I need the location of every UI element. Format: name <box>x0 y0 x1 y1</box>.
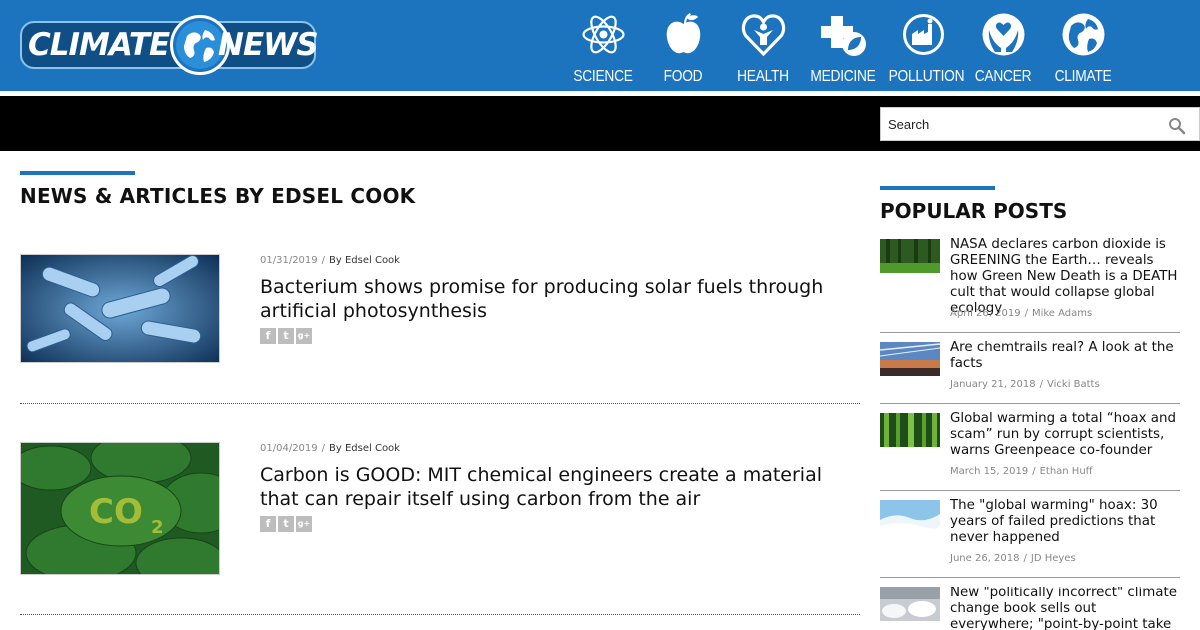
heart-person-icon <box>741 14 786 57</box>
popular-post-author[interactable]: Vicki Batts <box>1047 379 1100 390</box>
share-buttons: f t g+ <box>260 328 312 344</box>
main-nav: SCIENCE FOOD HEALTH MEDICINE POLLUTION C… <box>563 0 1123 91</box>
search-box <box>880 107 1200 141</box>
article-author[interactable]: By Edsel Cook <box>329 443 400 454</box>
search-input[interactable] <box>881 108 1161 140</box>
hands-heart-icon <box>982 13 1025 56</box>
facebook-share-button[interactable]: f <box>260 516 276 532</box>
share-buttons: f t g+ <box>260 516 312 532</box>
section-accent-rule <box>20 171 135 175</box>
popular-post-divider <box>880 332 1180 333</box>
nav-item-climate[interactable]: CLIMATE <box>1043 0 1123 91</box>
article-divider <box>20 403 860 404</box>
article-meta: 01/31/2019/By Edsel Cook <box>260 255 400 266</box>
popular-post-meta: March 15, 2019/Ethan Huff <box>950 466 1093 477</box>
medical-cross-leaf-icon <box>821 16 866 56</box>
nav-item-health[interactable]: HEALTH <box>723 0 803 91</box>
sidebar-accent-rule <box>880 186 995 190</box>
article-date: 01/04/2019 <box>260 443 318 454</box>
nav-label: HEALTH <box>737 68 789 85</box>
nav-label: CLIMATE <box>1054 68 1112 85</box>
popular-post-divider <box>880 577 1180 578</box>
twitter-icon: t <box>283 517 289 530</box>
popular-post-title[interactable]: Are chemtrails real? A look at the facts <box>950 340 1178 372</box>
popular-post-author[interactable]: Ethan Huff <box>1040 466 1093 477</box>
article-meta: 01/04/2019/By Edsel Cook <box>260 443 400 454</box>
article-date: 01/31/2019 <box>260 255 318 266</box>
forest-image <box>880 239 940 273</box>
google-plus-share-button[interactable]: g+ <box>296 328 312 344</box>
google-plus-share-button[interactable]: g+ <box>296 516 312 532</box>
snowy-landscape-image <box>880 500 940 534</box>
nav-label: CANCER <box>974 68 1032 85</box>
atom-icon <box>582 15 625 54</box>
nav-item-pollution[interactable]: POLLUTION <box>883 0 965 91</box>
popular-post-date: April 26, 2019 <box>950 308 1021 319</box>
popular-post-thumbnail[interactable] <box>880 413 940 447</box>
nav-label: FOOD <box>663 68 703 85</box>
popular-post-thumbnail[interactable] <box>880 500 940 534</box>
popular-post-thumbnail[interactable] <box>880 587 940 621</box>
bamboo-image <box>880 413 940 447</box>
google-plus-icon: g+ <box>297 519 311 528</box>
popular-post-divider <box>880 490 1180 491</box>
nav-label: SCIENCE <box>573 68 633 85</box>
popular-post-thumbnail[interactable] <box>880 239 940 273</box>
svg-text:2: 2 <box>151 517 164 538</box>
co2-leaves-image: CO 2 <box>21 443 219 574</box>
logo-text-left: CLIMATE <box>28 27 170 63</box>
facebook-share-button[interactable]: f <box>260 328 276 344</box>
popular-post-thumbnail[interactable] <box>880 342 940 376</box>
nav-item-medicine[interactable]: MEDICINE <box>803 0 883 91</box>
twitter-icon: t <box>283 329 289 342</box>
popular-post-title[interactable]: New "politically incorrect" climate chan… <box>950 587 1178 630</box>
popular-post-meta: January 21, 2018/Vicki Batts <box>950 379 1100 390</box>
facebook-icon: f <box>265 329 271 342</box>
chemtrails-sky-image <box>880 342 940 376</box>
article-title[interactable]: Carbon is GOOD: MIT chemical engineers c… <box>260 463 840 511</box>
popular-post-author[interactable]: Mike Adams <box>1032 308 1092 319</box>
nav-item-science[interactable]: SCIENCE <box>563 0 643 91</box>
nav-item-food[interactable]: FOOD <box>643 0 723 91</box>
popular-post-date: March 15, 2019 <box>950 466 1029 477</box>
svg-text:CO: CO <box>89 492 143 532</box>
snowy-cars-image <box>880 587 940 621</box>
facebook-icon: f <box>265 517 271 530</box>
nav-label: MEDICINE <box>810 68 876 85</box>
popular-post-date: June 26, 2018 <box>950 553 1020 564</box>
nav-label: POLLUTION <box>888 68 965 85</box>
popular-post: New "politically incorrect" climate chan… <box>880 587 1180 630</box>
popular-post-title[interactable]: The "global warming" hoax: 30 years of f… <box>950 498 1178 546</box>
site-header: CLIMATE NEWS SCIENCE FOOD HEALTH MEDICIN… <box>0 0 1200 91</box>
site-logo[interactable]: CLIMATE NEWS <box>20 15 319 75</box>
factory-icon <box>903 14 944 55</box>
twitter-share-button[interactable]: t <box>278 328 294 344</box>
sidebar-title: POPULAR POSTS <box>880 199 1068 223</box>
article-title[interactable]: Bacterium shows promise for producing so… <box>260 275 840 323</box>
article-thumbnail[interactable] <box>20 254 220 363</box>
logo-text-right: NEWS <box>218 27 319 63</box>
popular-post-title[interactable]: NASA declares carbon dioxide is GREENING… <box>950 237 1178 317</box>
popular-post-date: January 21, 2018 <box>950 379 1036 390</box>
page-title: NEWS & ARTICLES BY EDSEL COOK <box>20 184 416 208</box>
article-thumbnail[interactable]: CO 2 <box>20 442 220 575</box>
article-author[interactable]: By Edsel Cook <box>329 255 400 266</box>
popular-post-title[interactable]: Global warming a total “hoax and scam” r… <box>950 411 1178 459</box>
search-icon[interactable] <box>1168 117 1186 135</box>
globe-icon <box>1062 13 1105 56</box>
popular-post-meta: April 26, 2019/Mike Adams <box>950 308 1093 319</box>
twitter-share-button[interactable]: t <box>278 516 294 532</box>
bacteria-image <box>21 255 219 362</box>
google-plus-icon: g+ <box>297 331 311 340</box>
popular-post-meta: June 26, 2018/JD Heyes <box>950 553 1076 564</box>
popular-post-author[interactable]: JD Heyes <box>1031 553 1076 564</box>
nav-item-cancer[interactable]: CANCER <box>963 0 1043 91</box>
article-divider <box>20 614 860 615</box>
popular-post-divider <box>880 403 1180 404</box>
apple-icon <box>666 13 701 54</box>
